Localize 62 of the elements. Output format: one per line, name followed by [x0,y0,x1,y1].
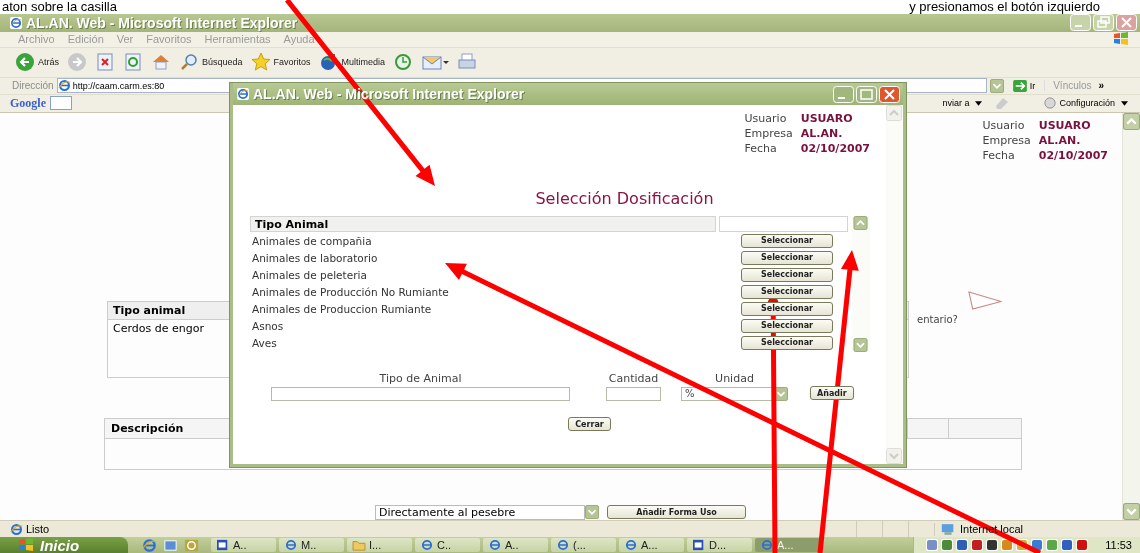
taskbar-button[interactable]: M.. [279,538,344,553]
add-use-button[interactable]: Añadir Forma Uso [607,505,746,520]
go-button[interactable]: Ir [1006,79,1042,92]
taskbar-button[interactable]: (... [551,538,616,553]
select-button[interactable]: Seleccionar [741,284,833,299]
select-button[interactable]: Seleccionar [741,301,833,316]
taskbar-button[interactable]: A.. [483,538,548,553]
animal-type: Animales de compañia [251,234,372,247]
more-links-button[interactable]: » [1094,80,1109,92]
select-button[interactable]: Seleccionar [741,318,833,333]
toolbar-button[interactable]: Búsqueda [179,52,243,73]
animal-type: Animales de Produccion Rumiante [251,302,432,315]
taskbar-button[interactable]: D... [687,538,752,553]
select-button[interactable]: Seleccionar [741,267,833,282]
caption-text: aton sobre la casilla [2,0,117,14]
use-select[interactable]: Directamente al pesebre [375,504,585,520]
select-button[interactable]: Seleccionar [741,250,833,265]
info-label: Fecha [982,147,1016,163]
toolbar-button[interactable]: Atrás [15,52,59,73]
select-button[interactable]: Seleccionar [741,233,833,248]
animal-type: Aves [251,336,277,349]
taskbar-button[interactable]: I... [347,538,412,553]
taskbar-button[interactable]: A.. [211,538,276,553]
google-logo: Google [10,95,46,111]
info-value: USUARO [800,111,854,126]
info-label: Usuario [982,117,1026,133]
field-label: Cantidad [608,372,659,385]
animal-type: Animales de peleteria [251,268,367,281]
column-header: Tipo animal [113,303,186,317]
info-label: Usuario [744,111,788,126]
send-button[interactable]: nviar a [942,98,983,109]
select-button[interactable]: Seleccionar [741,335,833,350]
animal-type: Animales de Producción No Rumiante [251,285,449,298]
taskbar-button[interactable]: A... [619,538,684,553]
animal-type: Asnos [251,319,284,332]
window-title: AL.AN. Web - Microsoft Internet Explorer [26,14,298,31]
info-value: 02/10/2007 [1038,147,1108,163]
field-label: Tipo de Animal [379,372,462,385]
add-button[interactable]: Añadir [810,386,854,400]
column-header: Descripción [111,421,185,435]
settings-button[interactable]: Configuración [1044,97,1128,110]
info-value: 02/10/2007 [800,141,870,156]
field-label: Unidad [715,372,754,385]
animal-type: Animales de laboratorio [251,251,378,264]
info-label: Empresa [982,132,1031,148]
info-label: Empresa [744,126,793,141]
status-text: Listo [0,522,50,536]
question-text: entario? [917,313,958,325]
column-header: Tipo Animal [250,216,716,232]
caption-text: y presionamos el botón izquierdo [909,0,1100,14]
address-label: Dirección [12,80,54,92]
toolbar-button[interactable]: Favoritos [250,52,311,73]
close-button[interactable]: Cerrar [568,417,611,431]
dialog-heading: Selección Dosificación [534,189,715,208]
start-button[interactable]: Inicio [0,537,128,553]
clock: 11:53 [1105,539,1132,552]
info-label: Fecha [744,141,778,156]
info-value: AL.AN. [800,126,844,141]
info-value: USUARO [1038,117,1092,133]
table-cell: Cerdos de engor [113,321,204,335]
info-value: AL.AN. [1038,132,1082,148]
taskbar-button[interactable]: C.. [415,538,480,553]
